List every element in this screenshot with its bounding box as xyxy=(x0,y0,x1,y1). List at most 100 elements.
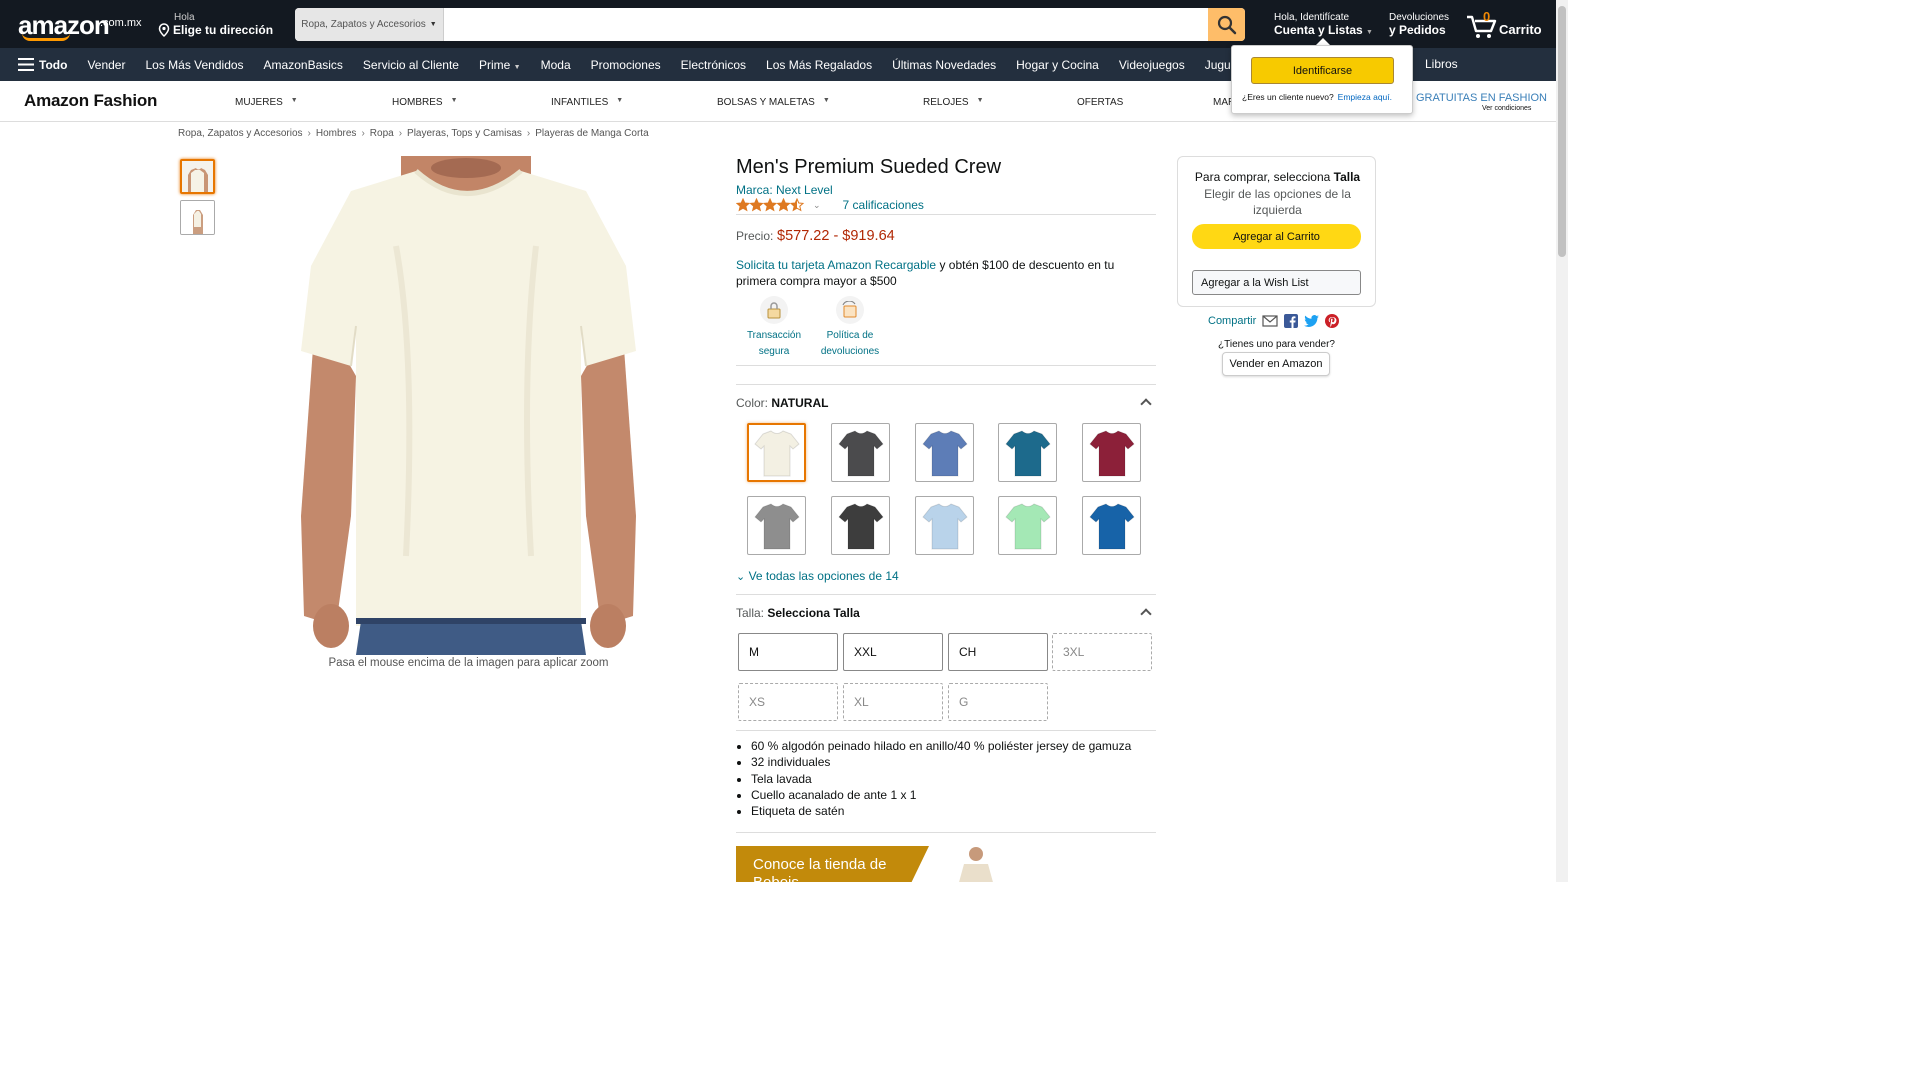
returns-orders[interactable]: Devoluciones y Pedidos xyxy=(1389,12,1449,37)
search-category-dropdown[interactable]: Ropa, Zapatos y Accesorios ▼ xyxy=(295,8,444,41)
nav-item[interactable]: Últimas Novedades xyxy=(882,58,1006,72)
card-promo-link[interactable]: Solicita tu tarjeta Amazon Recargable xyxy=(736,258,936,272)
tshirt-swatch-icon xyxy=(921,429,968,476)
add-to-cart-button[interactable]: Agregar al Carrito xyxy=(1192,224,1361,249)
all-menu-button[interactable]: Todo xyxy=(0,58,77,72)
fashion-nav-deals[interactable]: OFERTAS xyxy=(1077,97,1123,108)
collapse-color-icon[interactable] xyxy=(1140,398,1152,410)
size-option-xxl[interactable]: XXL xyxy=(843,633,943,671)
fashion-nav-women[interactable]: MUJERES ▼ xyxy=(235,97,298,108)
twitter-icon[interactable] xyxy=(1304,314,1320,328)
size-option-xl[interactable]: XL xyxy=(843,683,943,721)
scrollbar-thumb[interactable] xyxy=(1558,6,1566,257)
chevron-down-icon[interactable]: ⌄ xyxy=(813,200,821,211)
color-swatch[interactable] xyxy=(998,423,1057,482)
color-swatch[interactable] xyxy=(1082,423,1141,482)
brand-link[interactable]: Marca: Next Level xyxy=(736,183,833,197)
nav-item-prime[interactable]: Prime ▼ xyxy=(469,58,531,72)
tshirt-swatch-icon xyxy=(1088,429,1135,476)
breadcrumb-link[interactable]: Hombres xyxy=(316,128,357,139)
fashion-promo-conditions[interactable]: Ver condiciones xyxy=(1482,105,1531,112)
new-customer-label: ¿Eres un cliente nuevo? xyxy=(1242,92,1334,102)
rating-count-link[interactable]: 7 calificaciones xyxy=(843,198,924,212)
color-swatch[interactable] xyxy=(998,496,1057,555)
search-input[interactable] xyxy=(444,8,1208,41)
nav-item[interactable]: AmazonBasics xyxy=(254,58,353,72)
size-option-ch[interactable]: CH xyxy=(948,633,1048,671)
signin-button[interactable]: Identificarse xyxy=(1251,57,1394,84)
address-greeting: Hola xyxy=(174,12,195,23)
facebook-icon[interactable] xyxy=(1284,314,1299,328)
amazon-fashion-logo[interactable]: Amazon Fashion xyxy=(24,91,157,111)
page-scrollbar[interactable] xyxy=(1556,0,1568,882)
price-range: $577.22 - $919.64 xyxy=(777,228,895,244)
store-banner[interactable]: Conoce la tienda de Bobois xyxy=(736,846,1156,882)
color-swatch[interactable] xyxy=(747,496,806,555)
start-here-link[interactable]: Empieza aquí. xyxy=(1338,92,1392,102)
color-swatch[interactable] xyxy=(915,496,974,555)
size-option-g[interactable]: G xyxy=(948,683,1048,721)
size-option-m[interactable]: M xyxy=(738,633,838,671)
product-main-image[interactable] xyxy=(296,156,641,655)
divider xyxy=(736,365,1156,366)
size-value: Selecciona Talla xyxy=(767,606,860,620)
tshirt-swatch-icon xyxy=(1004,429,1051,476)
returns-policy-label: Política de devoluciones xyxy=(820,330,880,357)
account-label: Cuenta y Listas xyxy=(1274,23,1363,37)
breadcrumb-link[interactable]: Ropa, Zapatos y Accesorios xyxy=(178,128,303,139)
color-swatch[interactable] xyxy=(831,496,890,555)
caret-down-icon: ▼ xyxy=(290,97,298,104)
nav-item-label: Prime xyxy=(478,57,511,72)
divider xyxy=(736,832,1156,833)
see-all-options-link[interactable]: ⌄ Ve todas las opciones de 14 xyxy=(736,569,899,583)
size-option-xs[interactable]: XS xyxy=(738,683,838,721)
nav-item[interactable]: Videojuegos xyxy=(1109,58,1195,72)
thumbnail-front[interactable] xyxy=(180,159,215,194)
color-swatch[interactable] xyxy=(915,423,974,482)
fashion-nav-label: HOMBRES xyxy=(392,97,443,108)
breadcrumb-link[interactable]: Playeras de Manga Corta xyxy=(535,128,648,139)
nav-item[interactable]: Hogar y Cocina xyxy=(1006,58,1109,72)
thumbnail-side[interactable] xyxy=(180,200,215,235)
secure-transaction[interactable]: Transacción segura xyxy=(734,296,814,360)
star-rating-icon[interactable] xyxy=(736,198,806,212)
nav-item[interactable]: Servicio al Cliente xyxy=(353,58,469,72)
collapse-size-icon[interactable] xyxy=(1140,608,1152,620)
nav-item[interactable]: Promociones xyxy=(581,58,671,72)
fashion-promo[interactable]: GRATUITAS EN FASHION xyxy=(1416,92,1547,104)
pinterest-icon[interactable] xyxy=(1325,314,1340,328)
nav-item[interactable]: Moda xyxy=(531,58,581,72)
email-icon[interactable] xyxy=(1262,315,1278,327)
delivery-address[interactable]: Hola Elige tu dirección xyxy=(158,12,273,37)
buybox-instruction-bold: Talla xyxy=(1333,170,1361,184)
fashion-nav-bags[interactable]: BOLSAS Y MALETAS ▼ xyxy=(717,97,830,108)
fashion-nav-men[interactable]: HOMBRES ▼ xyxy=(392,97,458,108)
sell-on-amazon-button[interactable]: Vender en Amazon xyxy=(1222,352,1330,376)
logo-suffix[interactable]: .com.mx xyxy=(100,17,142,29)
color-swatch[interactable] xyxy=(831,423,890,482)
account-menu[interactable]: Hola, Identifícate Cuenta y Listas ▼ xyxy=(1274,12,1373,37)
divider xyxy=(736,594,1156,595)
breadcrumb-separator-icon: › xyxy=(361,128,365,139)
buybox-instruction: Para comprar, selecciona Talla xyxy=(1178,170,1377,184)
add-to-wishlist-button[interactable]: Agregar a la Wish List xyxy=(1192,270,1361,295)
nav-item[interactable]: Electrónicos xyxy=(671,58,756,72)
nav-item-books[interactable]: Libros xyxy=(1415,57,1468,71)
size-option-3xl[interactable]: 3XL xyxy=(1052,633,1152,671)
fashion-nav-kids[interactable]: INFANTILES ▼ xyxy=(551,97,623,108)
breadcrumb-link[interactable]: Ropa xyxy=(370,128,394,139)
cart-button[interactable]: 0 Carrito xyxy=(1466,8,1546,42)
fashion-nav-watches[interactable]: RELOJES ▼ xyxy=(923,97,984,108)
share-label[interactable]: Compartir xyxy=(1208,315,1256,327)
divider xyxy=(736,214,1156,215)
color-swatch[interactable] xyxy=(747,423,806,482)
search-button[interactable] xyxy=(1208,8,1245,41)
breadcrumb-link[interactable]: Playeras, Tops y Camisas xyxy=(407,128,522,139)
color-swatch[interactable] xyxy=(1082,496,1141,555)
nav-item[interactable]: Los Más Regalados xyxy=(756,58,882,72)
returns-policy[interactable]: Política de devoluciones xyxy=(810,296,890,360)
price-label: Precio: xyxy=(736,229,774,243)
nav-item[interactable]: Los Más Vendidos xyxy=(135,58,253,72)
breadcrumb-separator-icon: › xyxy=(398,128,403,139)
nav-item[interactable]: Vender xyxy=(77,58,135,72)
